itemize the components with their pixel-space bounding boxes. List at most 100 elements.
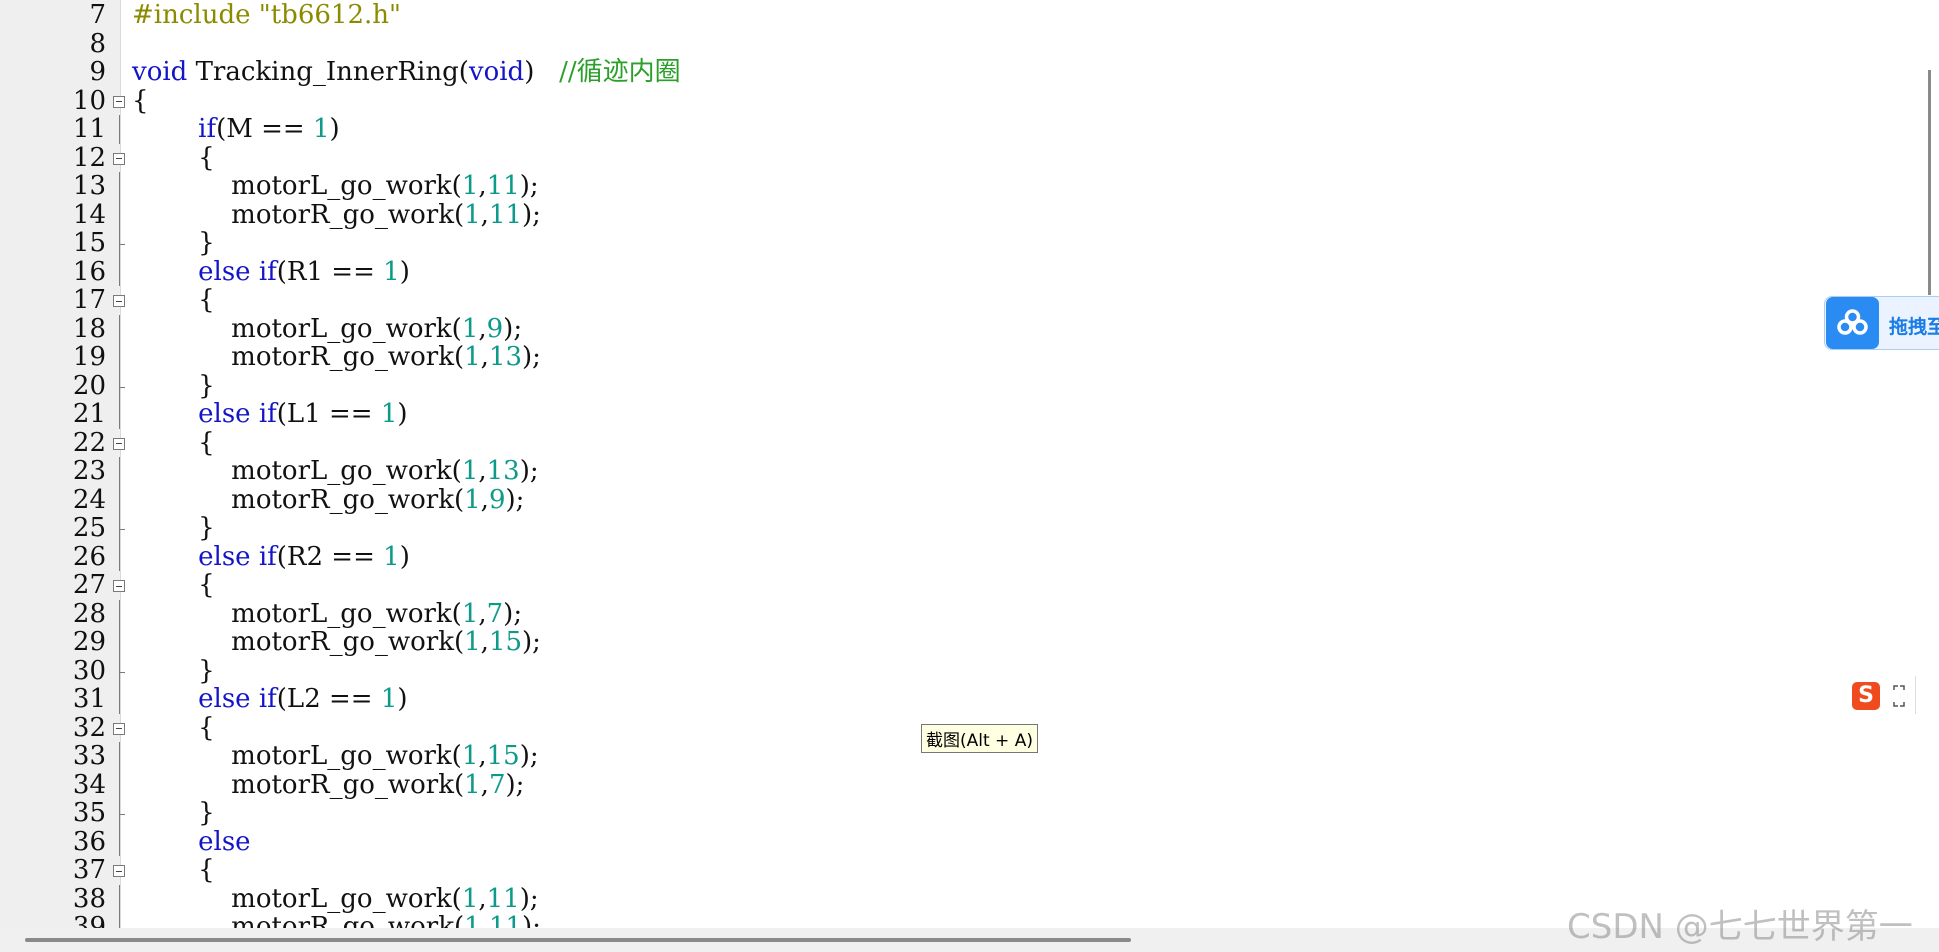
fold-guide-line — [119, 770, 120, 799]
line-number: 33 — [72, 741, 106, 771]
code-line[interactable]: else if(R1 == 1) — [132, 258, 410, 286]
code-line[interactable]: } — [132, 372, 215, 400]
fold-guide-line — [119, 742, 120, 771]
csdn-watermark: CSDN @七七世界第一 — [1567, 907, 1913, 947]
code-line[interactable]: else if(R2 == 1) — [132, 543, 410, 571]
screenshot-tooltip: 截图(Alt + A) — [921, 724, 1038, 753]
line-number: 34 — [72, 769, 106, 800]
fold-toggle-icon[interactable] — [113, 295, 125, 307]
code-line[interactable]: else — [132, 828, 250, 856]
line-number: 7 — [89, 0, 106, 30]
code-line[interactable]: } — [132, 229, 215, 257]
fold-guide-line — [119, 172, 120, 201]
code-line[interactable]: motorR_go_work(1,9); — [132, 486, 524, 514]
line-number: 18 — [72, 313, 106, 344]
code-line[interactable]: motorL_go_work(1,11); — [132, 172, 538, 200]
line-number: 36 — [72, 826, 106, 857]
code-line[interactable]: void Tracking_InnerRing(void) //循迹内圈 — [132, 58, 681, 86]
code-line[interactable]: { — [132, 429, 215, 457]
vertical-scrollbar-thumb[interactable] — [1928, 70, 1931, 295]
line-number: 25 — [72, 513, 106, 543]
code-line[interactable]: } — [132, 799, 215, 827]
code-line[interactable]: motorL_go_work(1,11); — [132, 885, 538, 913]
line-number: 15 — [72, 228, 106, 258]
fold-guide-line — [119, 314, 120, 343]
line-number: 30 — [72, 655, 106, 686]
line-number: 10 — [72, 85, 106, 116]
fold-guide-line — [119, 542, 120, 571]
code-line[interactable]: } — [132, 657, 215, 685]
fold-guide-line — [119, 656, 120, 672]
fold-toggle-icon[interactable] — [113, 437, 125, 450]
fold-guide-line — [119, 400, 120, 429]
fold-guide-line — [119, 457, 120, 486]
line-number: 22 — [72, 427, 106, 458]
line-number: 17 — [72, 285, 106, 315]
fold-guide-line — [119, 371, 120, 387]
line-number: 28 — [72, 598, 106, 629]
code-line[interactable]: else if(L1 == 1) — [132, 400, 407, 428]
line-number: 9 — [89, 57, 106, 87]
fold-guide-line — [119, 514, 120, 529]
code-line[interactable]: motorR_go_work(1,13); — [132, 343, 541, 371]
gutter-divider — [120, 0, 121, 928]
line-number: 14 — [72, 199, 106, 230]
line-number: 12 — [72, 142, 106, 173]
line-number: 35 — [72, 798, 106, 828]
cloud-icon-graphic — [1837, 309, 1868, 335]
line-number: 38 — [72, 883, 106, 914]
code-line[interactable]: { — [132, 571, 215, 599]
fold-guide-line — [119, 229, 120, 244]
fold-guide-line — [119, 386, 120, 400]
code-line[interactable]: motorL_go_work(1,15); — [132, 742, 538, 770]
fold-guide-line — [119, 529, 120, 543]
line-number: 16 — [72, 256, 106, 287]
code-line[interactable]: { — [132, 87, 149, 115]
line-number: 20 — [72, 370, 106, 401]
fold-guide-line — [119, 628, 120, 657]
line-number: 27 — [72, 570, 106, 600]
code-line[interactable]: motorR_go_work(1,15); — [132, 628, 541, 656]
fold-guide-line — [119, 671, 120, 685]
fold-toggle-icon[interactable] — [113, 152, 125, 165]
code-line[interactable]: motorL_go_work(1,7); — [132, 600, 522, 628]
sogou-s-icon[interactable]: S — [1852, 682, 1880, 710]
line-number: 29 — [72, 627, 106, 657]
code-line[interactable]: { — [132, 286, 215, 314]
fold-guide-line — [119, 343, 120, 372]
line-number: 21 — [72, 399, 106, 429]
code-line[interactable]: motorR_go_work(1,11); — [132, 201, 541, 229]
fold-guide-line — [119, 485, 120, 514]
fold-guide-line — [119, 884, 120, 913]
fold-guide-line — [119, 115, 120, 144]
code-line[interactable]: if(M == 1) — [132, 115, 340, 143]
expand-icon-graphic — [1893, 685, 1905, 707]
code-line[interactable]: #include "tb6612.h" — [132, 1, 401, 29]
code-line[interactable]: else if(L2 == 1) — [132, 685, 407, 713]
code-line[interactable]: { — [132, 144, 215, 172]
fold-guide-line — [119, 814, 120, 828]
line-number: 37 — [72, 855, 106, 885]
code-line[interactable]: { — [132, 714, 215, 742]
line-number: 13 — [72, 171, 106, 201]
fold-guide-line — [119, 244, 120, 258]
code-line[interactable]: } — [132, 514, 215, 542]
code-line[interactable]: motorR_go_work(1,7); — [132, 771, 524, 799]
fold-toggle-icon[interactable] — [113, 95, 125, 108]
fold-guide-line — [119, 685, 120, 714]
expand-icon[interactable] — [1892, 684, 1906, 708]
fold-guide-line — [119, 257, 120, 286]
fold-toggle-icon[interactable] — [113, 865, 125, 877]
code-line[interactable]: motorL_go_work(1,9); — [132, 315, 522, 343]
cloud-icon[interactable] — [1826, 297, 1879, 349]
fold-toggle-icon[interactable] — [113, 722, 125, 735]
code-line[interactable]: motorL_go_work(1,13); — [132, 457, 538, 485]
horizontal-scrollbar-thumb[interactable] — [25, 938, 1131, 942]
fold-guide-line — [119, 599, 120, 628]
fold-guide-line — [119, 200, 120, 229]
code-line[interactable]: { — [132, 856, 215, 884]
line-number: 23 — [72, 456, 106, 486]
fold-toggle-icon[interactable] — [113, 580, 125, 592]
line-number: 11 — [72, 114, 106, 144]
line-number: 24 — [72, 484, 106, 515]
